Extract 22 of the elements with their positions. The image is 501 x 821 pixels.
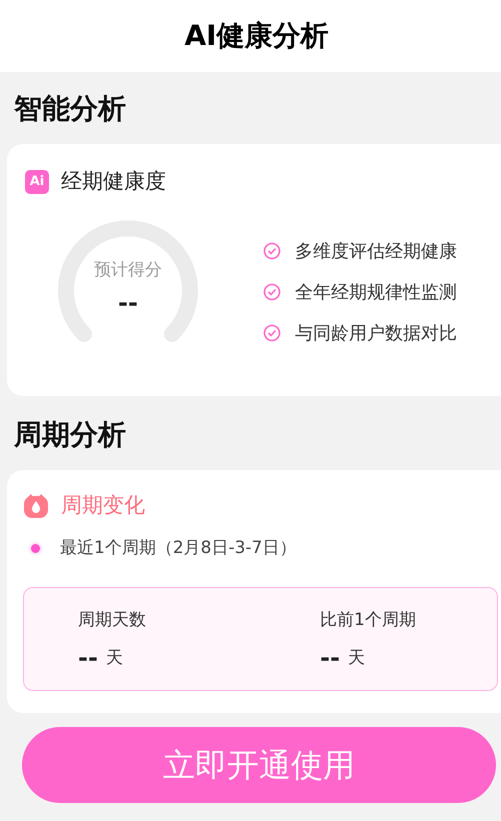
page-title: AI健康分析 bbox=[184, 18, 329, 54]
activate-button[interactable]: 立即开通使用 bbox=[22, 727, 496, 803]
feature-text: 全年经期规律性监测 bbox=[295, 280, 457, 304]
check-circle-icon bbox=[263, 242, 281, 260]
gauge-value: -- bbox=[118, 288, 138, 319]
card-title: 周期变化 bbox=[61, 492, 145, 519]
cycle-range: 最近1个周期（2月8日-3-7日） bbox=[60, 536, 296, 560]
section-heading: 周期分析 bbox=[14, 418, 126, 451]
feature-text: 与同龄用户数据对比 bbox=[295, 322, 457, 346]
check-circle-icon bbox=[263, 283, 281, 301]
gauge-label: 预计得分 bbox=[94, 258, 162, 282]
stat-unit: 天 bbox=[348, 647, 365, 670]
stat-label: 比前1个周期 bbox=[320, 609, 416, 632]
stat-value: -- bbox=[320, 644, 340, 672]
section-heading: 智能分析 bbox=[14, 92, 126, 125]
card-title: 经期健康度 bbox=[61, 168, 166, 195]
stat-label: 周期天数 bbox=[78, 609, 147, 632]
ai-badge: Ai bbox=[25, 170, 49, 194]
stat-value: -- bbox=[78, 644, 98, 672]
check-circle-icon bbox=[263, 324, 281, 342]
stat-unit: 天 bbox=[106, 647, 123, 670]
feature-text: 多维度评估经期健康 bbox=[295, 240, 457, 264]
